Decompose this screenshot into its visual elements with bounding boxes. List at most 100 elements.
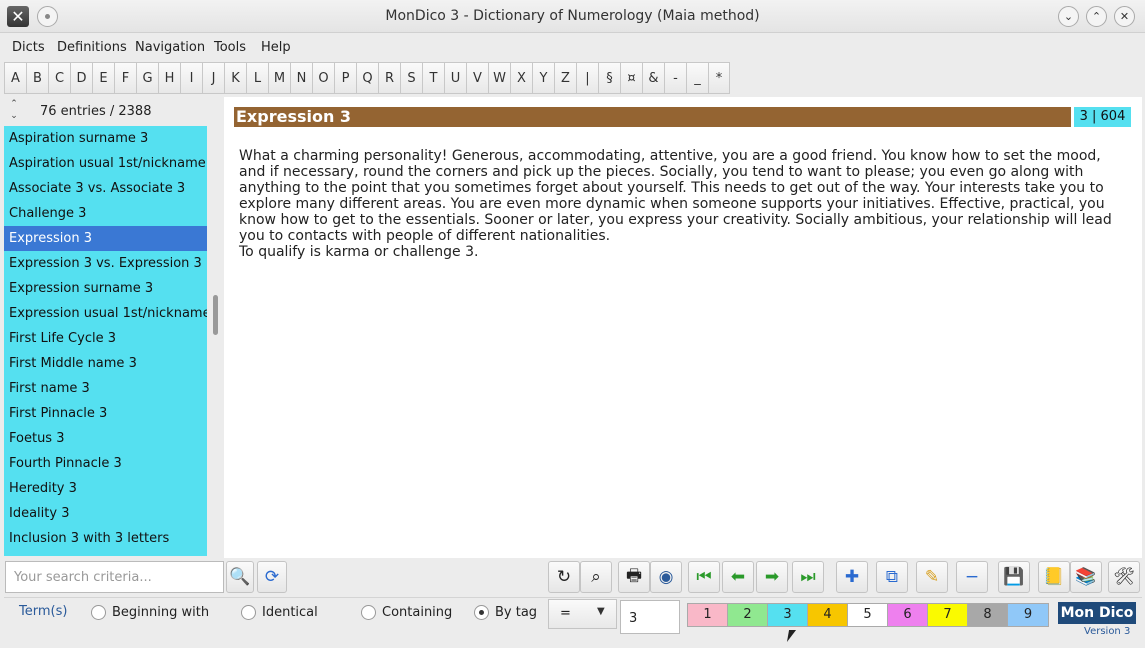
letter-button[interactable]: ¤ — [620, 62, 642, 94]
letter-button[interactable]: S — [400, 62, 422, 94]
list-item[interactable]: First name 3 — [4, 376, 207, 401]
radio-dot[interactable] — [361, 605, 376, 620]
letter-button[interactable]: G — [136, 62, 158, 94]
number-tag-2[interactable]: 2 — [728, 604, 768, 626]
letter-button[interactable]: U — [444, 62, 466, 94]
list-item[interactable]: Aspiration surname 3 — [4, 126, 207, 151]
list-item[interactable]: Foetus 3 — [4, 426, 207, 451]
list-item[interactable]: Heredity 3 — [4, 476, 207, 501]
letter-button[interactable]: J — [202, 62, 224, 94]
next-icon[interactable]: ➡ — [756, 561, 788, 593]
dropdown-arrow-icon[interactable]: ▼ — [597, 606, 605, 617]
letter-button[interactable]: H — [158, 62, 180, 94]
list-item[interactable]: Expression usual 1st/nickname 3 — [4, 301, 207, 326]
letter-button[interactable]: P — [334, 62, 356, 94]
list-scrollbar-thumb[interactable] — [213, 295, 218, 335]
list-item[interactable]: Associate 3 vs. Associate 3 — [4, 176, 207, 201]
reload-icon[interactable]: ↻ — [548, 561, 580, 593]
list-item[interactable]: Ideality 3 — [4, 501, 207, 526]
duplicate-icon[interactable]: ⧉ — [876, 561, 908, 593]
letter-button[interactable]: O — [312, 62, 334, 94]
search-magnifier-icon[interactable]: 🔍 — [226, 561, 254, 593]
edit-pencil-icon[interactable]: ✎ — [916, 561, 948, 593]
list-item[interactable]: First Life Cycle 3 — [4, 326, 207, 351]
letter-button[interactable]: Z — [554, 62, 576, 94]
menu-help[interactable]: Help — [261, 40, 291, 55]
menu-navigation[interactable]: Navigation — [135, 40, 205, 55]
letter-button[interactable]: T — [422, 62, 444, 94]
letter-button[interactable]: § — [598, 62, 620, 94]
last-icon[interactable]: ⏭ — [792, 561, 824, 593]
number-tag-7[interactable]: 7 — [928, 604, 968, 626]
letter-button[interactable]: D — [70, 62, 92, 94]
letter-button[interactable]: F — [114, 62, 136, 94]
search-input[interactable] — [5, 561, 224, 593]
radio-identical[interactable]: Identical — [241, 605, 318, 620]
number-tag-6[interactable]: 6 — [888, 604, 928, 626]
letter-button[interactable]: V — [466, 62, 488, 94]
close-icon[interactable]: ✕ — [1114, 6, 1135, 27]
letter-button[interactable]: L — [246, 62, 268, 94]
tag-value-input[interactable]: 3 — [620, 600, 680, 634]
globe-icon[interactable]: ◉ — [650, 561, 682, 593]
radio-dot[interactable] — [241, 605, 256, 620]
entry-list[interactable]: Aspiration surname 3 Aspiration usual 1st… — [4, 126, 207, 556]
operator-select[interactable]: = ▼ — [548, 599, 617, 629]
number-tag-8[interactable]: 8 — [968, 604, 1008, 626]
radio-dot[interactable] — [91, 605, 106, 620]
tools-icon[interactable]: 🛠 — [1108, 561, 1140, 593]
letter-button[interactable]: N — [290, 62, 312, 94]
number-tag-3[interactable]: 3 — [768, 604, 808, 626]
letter-button[interactable]: M — [268, 62, 290, 94]
letter-button[interactable]: R — [378, 62, 400, 94]
minimize-icon[interactable]: ⌄ — [1058, 6, 1079, 27]
letter-button[interactable]: Y — [532, 62, 554, 94]
letter-button[interactable]: I — [180, 62, 202, 94]
letter-button[interactable]: A — [4, 62, 26, 94]
list-item[interactable]: Expression 3 — [4, 226, 207, 251]
number-tag-9[interactable]: 9 — [1008, 604, 1048, 626]
letter-button[interactable]: | — [576, 62, 598, 94]
number-tag-1[interactable]: 1 — [688, 604, 728, 626]
letter-button[interactable]: E — [92, 62, 114, 94]
letter-button[interactable]: _ — [686, 62, 708, 94]
list-item[interactable]: Fourth Pinnacle 3 — [4, 451, 207, 476]
letter-button[interactable]: * — [708, 62, 730, 94]
letter-button[interactable]: K — [224, 62, 246, 94]
number-tag-5[interactable]: 5 — [848, 604, 888, 626]
radio-containing[interactable]: Containing — [361, 605, 452, 620]
list-item[interactable]: First Pinnacle 3 — [4, 401, 207, 426]
list-item[interactable]: Expression 3 vs. Expression 3 — [4, 251, 207, 276]
letter-button[interactable]: - — [664, 62, 686, 94]
letter-button[interactable]: W — [488, 62, 510, 94]
save-disk-icon[interactable]: 💾 — [998, 561, 1030, 593]
list-item[interactable]: Aspiration usual 1st/nickname 3 — [4, 151, 207, 176]
list-item[interactable]: First Middle name 3 — [4, 351, 207, 376]
radio-dot-selected[interactable] — [474, 605, 489, 620]
list-scrollbar[interactable] — [208, 97, 223, 557]
previous-icon[interactable]: ⬅ — [722, 561, 754, 593]
list-spin-icon[interactable]: ⌃ ⌄ — [8, 98, 20, 122]
zoom-icon[interactable]: ⌕ — [580, 561, 612, 593]
menu-tools[interactable]: Tools — [214, 40, 246, 55]
list-item[interactable]: Inclusion 3 with 3 letters — [4, 526, 207, 551]
print-icon[interactable]: 🖶 — [618, 561, 650, 593]
letter-button[interactable]: Q — [356, 62, 378, 94]
number-tag-4[interactable]: 4 — [808, 604, 848, 626]
radio-by-tag[interactable]: By tag — [474, 605, 537, 620]
list-item[interactable]: Challenge 3 — [4, 201, 207, 226]
books-icon[interactable]: 📚 — [1070, 561, 1102, 593]
letter-button[interactable]: X — [510, 62, 532, 94]
refresh-sync-icon[interactable]: ⟳ — [257, 561, 287, 593]
radio-beginning-with[interactable]: Beginning with — [91, 605, 209, 620]
menu-definitions[interactable]: Definitions — [57, 40, 127, 55]
book-icon[interactable]: 📒 — [1038, 561, 1070, 593]
remove-icon[interactable]: − — [956, 561, 988, 593]
menu-dicts[interactable]: Dicts — [12, 40, 45, 55]
maximize-icon[interactable]: ⌃ — [1086, 6, 1107, 27]
list-item[interactable]: Expression surname 3 — [4, 276, 207, 301]
letter-button[interactable]: C — [48, 62, 70, 94]
letter-button[interactable]: B — [26, 62, 48, 94]
first-icon[interactable]: ⏮ — [688, 561, 720, 593]
letter-button[interactable]: & — [642, 62, 664, 94]
